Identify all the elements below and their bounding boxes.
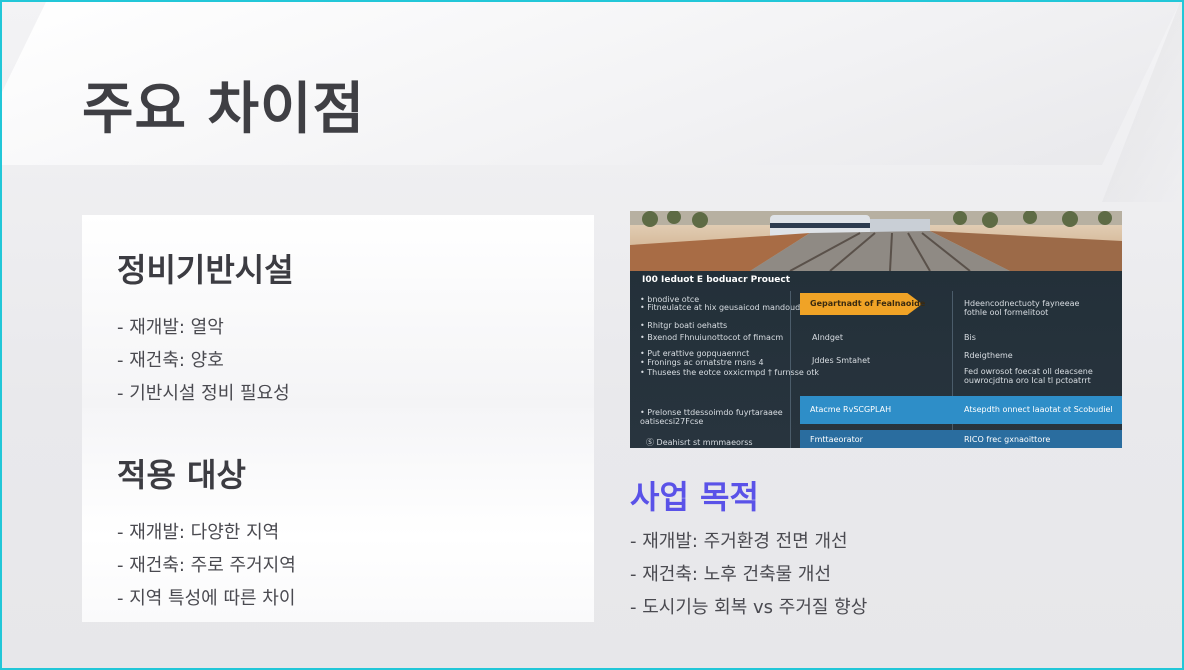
dashboard-line: • Fitneulatce at hix geusaicod mandoudli…: [640, 303, 815, 312]
divider: [790, 291, 791, 448]
bullet-item: - 재건축: 양호: [117, 350, 224, 371]
dashboard-line: • Rhitgr boati oehatts: [640, 321, 728, 330]
dashboard-line: Hdeencodnectuoty fayneeae: [964, 299, 1080, 308]
dashboard-line: Rdeigtheme: [964, 351, 1013, 360]
bullet-item: - 재개발: 주거환경 전면 개선: [630, 531, 848, 552]
card-title: 정비기반시설: [117, 251, 294, 289]
dashboard-graphic: I00 Ieduot E boduacr Prouect • bnodive o…: [630, 271, 1122, 448]
dashboard-line: Alndget: [812, 333, 843, 342]
page-title: 주요 차이점: [82, 77, 366, 142]
card-title: 적용 대상: [117, 456, 246, 494]
purpose-bullet-list: - 재개발: 주거환경 전면 개선 - 재건축: 노후 건축물 개선 - 도시기…: [630, 525, 867, 624]
bullet-item: - 재건축: 노후 건축물 개선: [630, 564, 832, 585]
slide: 주요 차이점 정비기반시설 - 재개발: 열악 - 재건축: 양호 - 기반시설…: [0, 0, 1184, 670]
dashboard-line: RICO frec gxnaoittore: [964, 435, 1051, 444]
bullet-list: - 재개발: 다양한 지역 - 재건축: 주로 주거지역 - 지역 특성에 따른…: [117, 516, 296, 615]
divider: [952, 291, 953, 448]
dashboard-line: Ⓢ Deahisrt st mmmaeorss: [646, 438, 753, 447]
dashboard-line: Atacme RvSCGPLAH: [810, 405, 892, 414]
project-image: I00 Ieduot E boduacr Prouect • bnodive o…: [630, 211, 1122, 448]
railway-photo: [630, 211, 1122, 271]
dashboard-line: fothle ool formelitoot: [964, 308, 1049, 317]
dashboard-line: oatisecsi27Fcse: [640, 417, 704, 426]
dashboard-line: Fmttaeorator: [810, 435, 863, 444]
dashboard-line: Atsepdth onnect laaotat ot Scobudiel: [964, 405, 1113, 414]
bullet-item: - 재개발: 다양한 지역: [117, 522, 280, 543]
bullet-item: - 지역 특성에 따른 차이: [117, 588, 296, 609]
bullet-list: - 재개발: 열악 - 재건축: 양호 - 기반시설 정비 필요성: [117, 311, 290, 410]
bullet-item: - 도시기능 회복 vs 주거질 향상: [630, 597, 868, 618]
dashboard-line: ouwrocjdtna oro Ical tl pctoatrrt: [964, 376, 1091, 385]
purpose-title: 사업 목적: [630, 478, 759, 516]
bullet-item: - 재건축: 주로 주거지역: [117, 555, 296, 576]
dashboard-line: • Thusees the eotce oxxicrmpd † furnsse …: [640, 368, 819, 377]
dashboard-line: • Put erattive gopquaennct: [640, 349, 750, 358]
dashboard-line: Jddes Smtahet: [812, 356, 871, 365]
bullet-item: - 기반시설 정비 필요성: [117, 383, 290, 404]
card-infrastructure: 정비기반시설 - 재개발: 열악 - 재건축: 양호 - 기반시설 정비 필요성: [82, 215, 594, 408]
dashboard-line: Bis: [964, 333, 976, 342]
dashboard-line: Gepartnadt of Fealnaoide: [810, 299, 926, 308]
dashboard-line: Fed owrosot foecat oll deacsene: [964, 367, 1093, 376]
bullet-item: - 재개발: 열악: [117, 317, 224, 338]
dashboard-line: • Fronings ac ornatstre rnsns 4: [640, 358, 764, 367]
dashboard-line: • Bxenod Fhnuiunottocot of fimacm: [640, 333, 784, 342]
card-target: 적용 대상 - 재개발: 다양한 지역 - 재건축: 주로 주거지역 - 지역 …: [82, 408, 594, 622]
dashboard-line: • Prelonse ttdessoimdo fuyrtaraaee: [640, 408, 783, 417]
dashboard-header: I00 Ieduot E boduacr Prouect: [642, 275, 791, 285]
